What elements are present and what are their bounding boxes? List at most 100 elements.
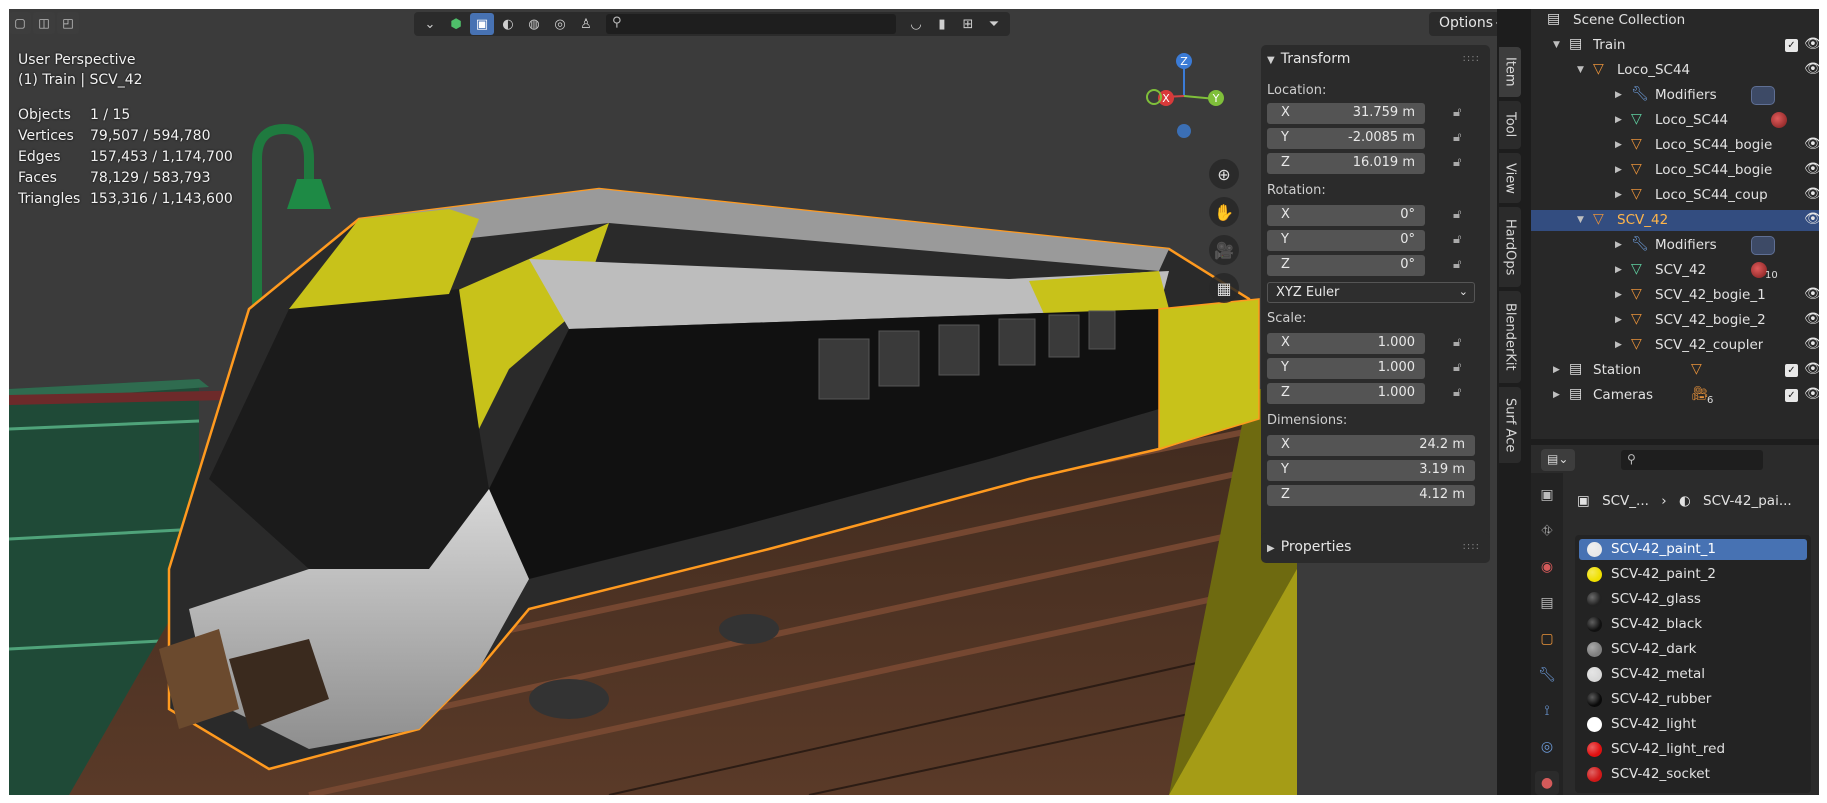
- eye-icon[interactable]: 👁︎: [1804, 36, 1819, 52]
- checkbox[interactable]: ✓: [1785, 389, 1798, 402]
- chevron-right-icon[interactable]: ▶: [1615, 265, 1622, 275]
- material-preview-icon[interactable]: ◍: [522, 13, 546, 35]
- dimension-y-field[interactable]: Y 3.19 m: [1267, 460, 1475, 481]
- render-properties-icon[interactable]: ▣: [1535, 483, 1559, 507]
- hand-pan-icon[interactable]: ✋: [1209, 197, 1239, 227]
- lock-icon[interactable]: 🔓︎: [1453, 207, 1461, 222]
- material-slot[interactable]: SCV-42_light_red: [1579, 739, 1807, 760]
- eye-icon[interactable]: 👁︎: [1804, 211, 1819, 227]
- select-box-icon[interactable]: ▢: [9, 12, 31, 34]
- outliner-item-loco-mesh[interactable]: ▶ ▽ Loco_SC44: [1531, 110, 1819, 131]
- chevron-right-icon[interactable]: ▶: [1615, 190, 1622, 200]
- options-button[interactable]: Options ⌄: [1429, 12, 1497, 36]
- object-properties-icon[interactable]: ▢: [1535, 627, 1559, 651]
- view-layer-icon[interactable]: ⛗: [1535, 519, 1559, 543]
- lock-icon[interactable]: 🔓︎: [1453, 155, 1461, 170]
- material-slot[interactable]: SCV-42_light: [1579, 714, 1807, 735]
- lock-icon[interactable]: 🔓︎: [1453, 232, 1461, 247]
- wrench-icon[interactable]: 🔧︎: [1535, 663, 1559, 687]
- tab-view[interactable]: View: [1499, 153, 1521, 203]
- eye-icon[interactable]: 👁︎: [1804, 336, 1819, 352]
- material-slot[interactable]: SCV-42_black: [1579, 614, 1807, 635]
- properties-search-input[interactable]: ⚲: [1621, 450, 1763, 470]
- lock-icon[interactable]: 🔓︎: [1453, 130, 1461, 145]
- tab-blenderkit[interactable]: BlenderKit: [1499, 291, 1521, 383]
- chevron-right-icon[interactable]: ▶: [1615, 240, 1622, 250]
- transform-header[interactable]: ▼ Transform: [1267, 51, 1350, 67]
- outliner-item-loco-bogie-2[interactable]: ▶ ▽ Loco_SC44_bogie 👁︎: [1531, 160, 1819, 181]
- outliner-item-scv42-bogie-1[interactable]: ▶ ▽ SCV_42_bogie_1 👁︎: [1531, 285, 1819, 306]
- chevron-down-icon[interactable]: ▼: [1553, 40, 1560, 50]
- particles-icon[interactable]: ⟟: [1535, 699, 1559, 723]
- lock-icon[interactable]: 🔓︎: [1453, 360, 1461, 375]
- eye-icon[interactable]: 👁︎: [1804, 311, 1819, 327]
- solid-shading-icon[interactable]: ◐: [496, 13, 520, 35]
- rotation-x-field[interactable]: X 0°: [1267, 205, 1425, 226]
- chevron-right-icon[interactable]: ▶: [1615, 290, 1622, 300]
- outliner-item-loco-bogie-1[interactable]: ▶ ▽ Loco_SC44_bogie 👁︎: [1531, 135, 1819, 156]
- outliner-item-cameras[interactable]: ▶ ▤ Cameras 🎥︎ 6 ✓ 👁︎: [1531, 385, 1819, 406]
- outliner-item-modifiers[interactable]: ▶ 🔧︎ Modifiers: [1531, 85, 1819, 106]
- chevron-right-icon[interactable]: ▶: [1615, 90, 1622, 100]
- scale-x-field[interactable]: X 1.000: [1267, 333, 1425, 354]
- chevron-down-icon[interactable]: ⌄: [418, 13, 442, 35]
- material-slot[interactable]: SCV-42_paint_1: [1579, 539, 1807, 560]
- filter-icon[interactable]: ⏷: [982, 13, 1006, 35]
- lock-icon[interactable]: 🔓︎: [1453, 105, 1461, 120]
- display-mode-icon[interactable]: ⊞: [956, 13, 980, 35]
- rotation-z-field[interactable]: Z 0°: [1267, 255, 1425, 276]
- chevron-down-icon[interactable]: ▼: [1577, 215, 1584, 225]
- outliner-item-station[interactable]: ▶ ▤ Station ▽ ✓ 👁︎: [1531, 360, 1819, 381]
- material-tab-icon[interactable]: ●: [1535, 771, 1559, 795]
- drag-handle-icon[interactable]: ::::: [1463, 53, 1480, 64]
- rotation-y-field[interactable]: Y 0°: [1267, 230, 1425, 251]
- eye-icon[interactable]: 👁︎: [1804, 186, 1819, 202]
- outliner-item-train[interactable]: ▼ ▤ Train ✓ 👁︎: [1531, 35, 1819, 56]
- tab-item[interactable]: Item: [1499, 47, 1521, 97]
- chevron-right-icon[interactable]: ▶: [1553, 390, 1560, 400]
- camera-icon[interactable]: 🎥: [1209, 235, 1239, 265]
- chevron-right-icon[interactable]: ▶: [1615, 165, 1622, 175]
- chevron-right-icon[interactable]: ▶: [1553, 365, 1560, 375]
- eye-icon[interactable]: 👁︎: [1804, 161, 1819, 177]
- navigation-gizmo[interactable]: Z Y X: [1144, 49, 1224, 169]
- chevron-right-icon[interactable]: ▶: [1615, 340, 1622, 350]
- material-slot[interactable]: SCV-42_rubber: [1579, 689, 1807, 710]
- brush-icon[interactable]: ♙: [574, 13, 598, 35]
- zoom-icon[interactable]: ⊕: [1209, 159, 1239, 189]
- checkbox[interactable]: ✓: [1785, 39, 1798, 52]
- tab-tool[interactable]: Tool: [1499, 101, 1521, 149]
- location-y-field[interactable]: Y -2.0085 m: [1267, 128, 1425, 149]
- chevron-right-icon[interactable]: ▶: [1615, 115, 1622, 125]
- checkbox[interactable]: ✓: [1785, 364, 1798, 377]
- eye-icon[interactable]: 👁︎: [1804, 136, 1819, 152]
- material-slot[interactable]: SCV-42_socket: [1579, 764, 1807, 785]
- viewport-search-input[interactable]: ⚲: [606, 14, 896, 34]
- outliner-item-scv42-mesh[interactable]: ▶ ▽ SCV_42 10: [1531, 260, 1819, 281]
- scale-z-field[interactable]: Z 1.000: [1267, 383, 1425, 404]
- rendered-shading-icon[interactable]: ◎: [548, 13, 572, 35]
- lock-icon[interactable]: 🔓︎: [1453, 335, 1461, 350]
- chevron-right-icon[interactable]: ▶: [1615, 315, 1622, 325]
- bookmark-icon[interactable]: ▮: [930, 13, 954, 35]
- eye-icon[interactable]: 👁︎: [1804, 286, 1819, 302]
- grid-perspective-icon[interactable]: ▦: [1209, 273, 1239, 303]
- outliner-item-loco-coupler[interactable]: ▶ ▽ Loco_SC44_coup 👁︎: [1531, 185, 1819, 206]
- gizmo-toggle-icon[interactable]: ⬢: [444, 13, 468, 35]
- properties-header[interactable]: ▶ Properties: [1267, 539, 1351, 555]
- rotation-mode-select[interactable]: XYZ Euler ⌄: [1267, 282, 1475, 303]
- lock-icon[interactable]: 🔓︎: [1453, 385, 1461, 400]
- material-slot[interactable]: SCV-42_dark: [1579, 639, 1807, 660]
- outliner-item-scv42-coupler[interactable]: ▶ ▽ SCV_42_coupler 👁︎: [1531, 335, 1819, 356]
- dimension-z-field[interactable]: Z 4.12 m: [1267, 485, 1475, 506]
- select-extend-icon[interactable]: ◫: [33, 12, 55, 34]
- location-z-field[interactable]: Z 16.019 m: [1267, 153, 1425, 174]
- solid-select-icon[interactable]: ▣: [470, 13, 494, 35]
- sort-icon[interactable]: ◡: [904, 13, 928, 35]
- drag-handle-icon[interactable]: ::::: [1463, 541, 1480, 552]
- 3d-viewport[interactable]: ▢ ◫ ◰ ⌄ ⬢ ▣ ◐ ◍ ◎ ♙ ⚲ ◡ ▮ ⊞ ⏷ Options Us…: [9, 9, 1497, 795]
- lock-icon[interactable]: 🔓︎: [1453, 257, 1461, 272]
- eye-icon[interactable]: 👁︎: [1804, 386, 1819, 402]
- tab-hardops[interactable]: HardOps: [1499, 207, 1521, 287]
- eye-icon[interactable]: 👁︎: [1804, 61, 1819, 77]
